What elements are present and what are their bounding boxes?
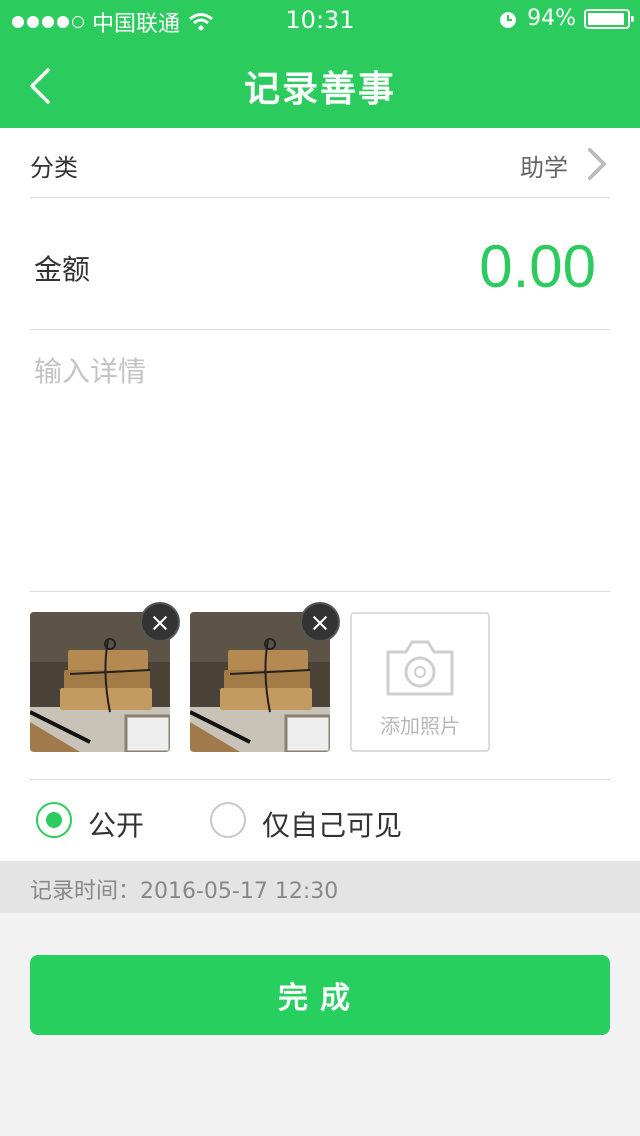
nav-bar: 记录善事 [0,40,640,128]
record-time-bar: 记录时间：2016-05-17 12:30 [0,861,640,913]
camera-icon [386,640,454,696]
public-label[interactable]: 公开 [88,804,144,844]
public-radio[interactable] [36,802,72,838]
add-photo-label: 添加照片 [380,714,460,738]
status-right: 94% [497,6,634,31]
add-photo-button[interactable]: 添加照片 [350,612,490,752]
photo-section: 添加照片 [30,592,610,780]
photo-delete-button[interactable] [140,602,180,642]
category-row[interactable]: 分类 助学 [30,128,610,198]
record-time: 记录时间：2016-05-17 12:30 [30,879,339,904]
private-radio[interactable] [210,802,246,838]
done-button[interactable]: 完成 [30,955,610,1035]
private-label[interactable]: 仅自己可见 [262,804,402,844]
visibility-options: 公开 仅自己可见 [30,780,610,861]
page-title: 记录善事 [243,69,396,110]
category-label: 分类 [30,154,78,182]
battery-percent: 94% [527,6,576,31]
record-form: 分类 助学 金额 0.00 输入详情 添加照片 公开 仅自己可见 [0,128,640,861]
chevron-right-icon [588,148,606,180]
details-row [30,330,610,592]
battery-icon [584,8,634,29]
category-value: 助学 [520,154,568,182]
alarm-icon [500,11,517,28]
amount-label: 金额 [34,253,91,286]
amount-row[interactable]: 金额 0.00 [30,198,610,330]
amount-value[interactable]: 0.00 [479,232,596,301]
details-input[interactable] [30,350,610,570]
status-bar: 中国联通 10:31 94% [0,0,640,40]
photo-delete-button[interactable] [300,602,340,642]
